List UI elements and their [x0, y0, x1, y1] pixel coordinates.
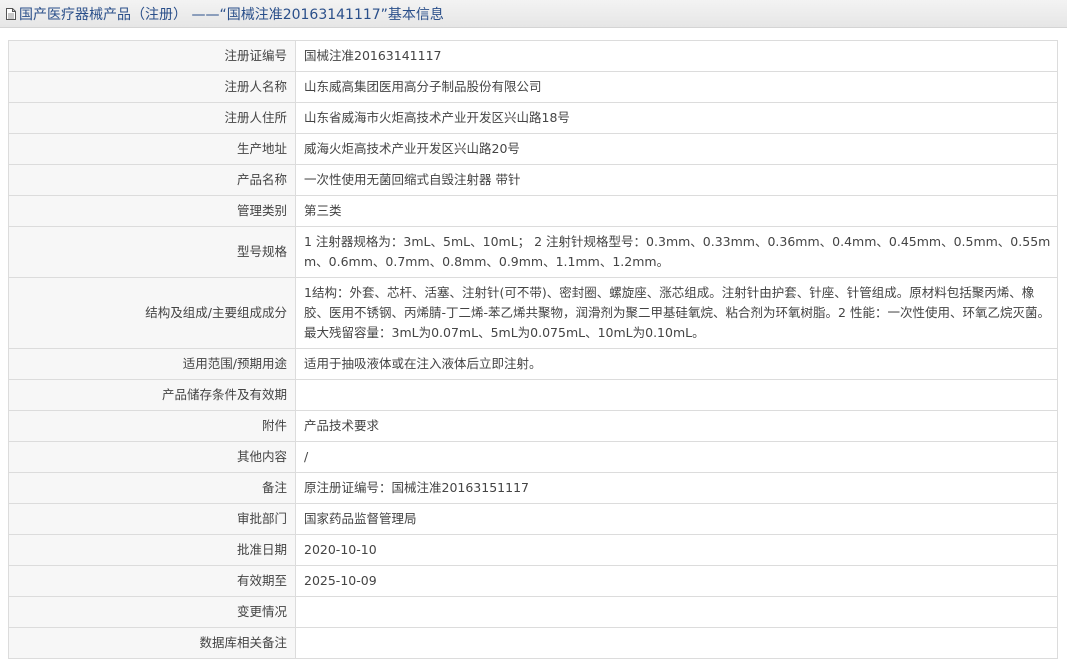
row-value: /: [295, 441, 1058, 473]
table-row: 管理类别 第三类: [8, 195, 1058, 227]
row-value: 山东威高集团医用高分子制品股份有限公司: [295, 71, 1058, 103]
row-label: 适用范围/预期用途: [8, 348, 296, 380]
row-label: 生产地址: [8, 133, 296, 165]
row-value: 第三类: [295, 195, 1058, 227]
row-value: 1 注射器规格为：3mL、5mL、10mL； 2 注射针规格型号：0.3mm、0…: [295, 226, 1058, 278]
table-row: 附件 产品技术要求: [8, 410, 1058, 442]
document-icon: [6, 7, 16, 20]
row-value: 2025-10-09: [295, 565, 1058, 597]
table-row: 数据库相关备注: [8, 627, 1058, 659]
row-value: 1结构：外套、芯杆、活塞、注射针(可不带)、密封圈、螺旋座、涨芯组成。注射针由护…: [295, 277, 1058, 349]
row-value: 适用于抽吸液体或在注入液体后立即注射。: [295, 348, 1058, 380]
page-title-bar: 国产医疗器械产品（注册） ——“国械注准20163141117”基本信息: [0, 0, 1067, 28]
row-label: 附件: [8, 410, 296, 442]
table-row: 备注 原注册证编号：国械注准20163151117: [8, 472, 1058, 504]
table-row: 产品储存条件及有效期: [8, 379, 1058, 411]
table-row: 产品名称 一次性使用无菌回缩式自毁注射器 带针: [8, 164, 1058, 196]
row-label: 审批部门: [8, 503, 296, 535]
table-row: 生产地址 威海火炬高技术产业开发区兴山路20号: [8, 133, 1058, 165]
row-value: 一次性使用无菌回缩式自毁注射器 带针: [295, 164, 1058, 196]
row-value: [295, 596, 1058, 628]
row-value: [295, 379, 1058, 411]
row-label: 产品储存条件及有效期: [8, 379, 296, 411]
row-label: 批准日期: [8, 534, 296, 566]
row-value: 2020-10-10: [295, 534, 1058, 566]
row-label: 注册人名称: [8, 71, 296, 103]
row-label: 其他内容: [8, 441, 296, 473]
table-row: 有效期至 2025-10-09: [8, 565, 1058, 597]
row-label: 产品名称: [8, 164, 296, 196]
page-title: 国产医疗器械产品（注册） ——“国械注准20163141117”基本信息: [19, 6, 444, 23]
row-value: 原注册证编号：国械注准20163151117: [295, 472, 1058, 504]
table-row: 注册证编号 国械注准20163141117: [8, 40, 1058, 72]
row-label: 备注: [8, 472, 296, 504]
row-label: 有效期至: [8, 565, 296, 597]
device-info-table: 注册证编号 国械注准20163141117 注册人名称 山东威高集团医用高分子制…: [8, 40, 1058, 659]
row-label: 注册人住所: [8, 102, 296, 134]
table-row: 审批部门 国家药品监督管理局: [8, 503, 1058, 535]
row-label: 数据库相关备注: [8, 627, 296, 659]
row-value: 国械注准20163141117: [295, 40, 1058, 72]
table-row: 变更情况: [8, 596, 1058, 628]
row-value: [295, 627, 1058, 659]
table-row: 结构及组成/主要组成成分 1结构：外套、芯杆、活塞、注射针(可不带)、密封圈、螺…: [8, 277, 1058, 349]
table-row: 其他内容 /: [8, 441, 1058, 473]
table-row: 注册人名称 山东威高集团医用高分子制品股份有限公司: [8, 71, 1058, 103]
row-label: 管理类别: [8, 195, 296, 227]
row-label: 注册证编号: [8, 40, 296, 72]
row-value: 威海火炬高技术产业开发区兴山路20号: [295, 133, 1058, 165]
row-value: 山东省威海市火炬高技术产业开发区兴山路18号: [295, 102, 1058, 134]
table-row: 型号规格 1 注射器规格为：3mL、5mL、10mL； 2 注射针规格型号：0.…: [8, 226, 1058, 278]
row-value: 产品技术要求: [295, 410, 1058, 442]
table-row: 适用范围/预期用途 适用于抽吸液体或在注入液体后立即注射。: [8, 348, 1058, 380]
row-value: 国家药品监督管理局: [295, 503, 1058, 535]
table-row: 批准日期 2020-10-10: [8, 534, 1058, 566]
row-label: 变更情况: [8, 596, 296, 628]
row-label: 型号规格: [8, 226, 296, 278]
table-row: 注册人住所 山东省威海市火炬高技术产业开发区兴山路18号: [8, 102, 1058, 134]
row-label: 结构及组成/主要组成成分: [8, 277, 296, 349]
